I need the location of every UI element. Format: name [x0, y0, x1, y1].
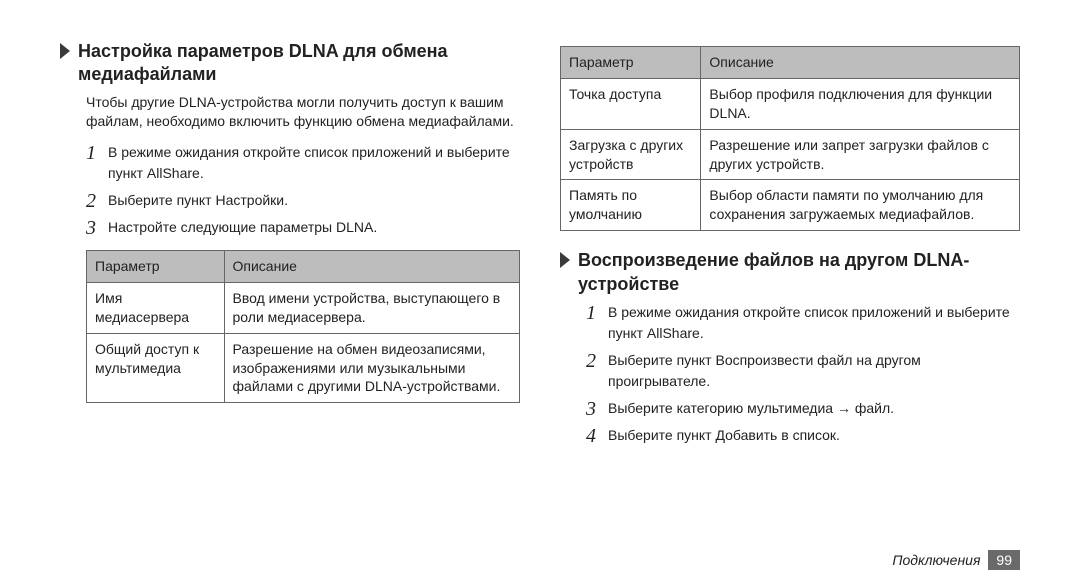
table-cell: Память по умолчанию — [561, 180, 701, 231]
table-cell: Разрешение или запрет загрузки файлов с … — [701, 129, 1020, 180]
heading-text: Настройка параметров DLNA для обмена мед… — [78, 40, 520, 87]
step-item: Настройте следующие параметры DLNA. — [86, 217, 520, 238]
step-item: Выберите пункт Добавить в список. — [586, 425, 1020, 446]
params-table-left: Параметр Описание Имя медиасервера Ввод … — [86, 250, 520, 403]
table-row: Общий доступ к мультимедиа Разрешение на… — [87, 333, 520, 403]
table-cell: Выбор области памяти по умолчанию для со… — [701, 180, 1020, 231]
left-column: Настройка параметров DLNA для обмена мед… — [60, 40, 520, 520]
table-row: Память по умолчанию Выбор области памяти… — [561, 180, 1020, 231]
step-item: Выберите пункт Настройки. — [86, 190, 520, 211]
table-cell: Точка доступа — [561, 78, 701, 129]
page-footer: Подключения 99 — [892, 550, 1020, 570]
heading-dlna-settings: Настройка параметров DLNA для обмена мед… — [60, 40, 520, 87]
table-cell: Загрузка с других устройств — [561, 129, 701, 180]
table-row: Точка доступа Выбор профиля подключения … — [561, 78, 1020, 129]
table-cell: Общий доступ к мультимедиа — [87, 333, 225, 403]
footer-page-number: 99 — [988, 550, 1020, 570]
steps-list-left: В режиме ожидания откройте список прилож… — [86, 142, 520, 244]
table-header: Параметр — [87, 250, 225, 282]
table-cell: Разрешение на обмен видеозаписями, изобр… — [224, 333, 519, 403]
params-table-right: Параметр Описание Точка доступа Выбор пр… — [560, 46, 1020, 231]
table-header: Описание — [224, 250, 519, 282]
steps-list-right: В режиме ожидания откройте список прилож… — [586, 302, 1020, 452]
heading-dlna-play: Воспроизведение файлов на другом DLNA-ус… — [560, 249, 1020, 296]
table-row: Имя медиасервера Ввод имени устройства, … — [87, 282, 520, 333]
table-header: Описание — [701, 47, 1020, 79]
footer-section-label: Подключения — [892, 552, 980, 568]
right-column: Параметр Описание Точка доступа Выбор пр… — [560, 40, 1020, 520]
step-item: В режиме ожидания откройте список прилож… — [86, 142, 520, 184]
heading-text: Воспроизведение файлов на другом DLNA-ус… — [578, 249, 1020, 296]
table-header: Параметр — [561, 47, 701, 79]
step-item: Выберите категорию мультимедиа → файл. — [586, 398, 1020, 419]
step-item: В режиме ожидания откройте список прилож… — [586, 302, 1020, 344]
table-row: Загрузка с других устройств Разрешение и… — [561, 129, 1020, 180]
chevron-right-icon — [560, 252, 572, 268]
step-item: Выберите пункт Воспроизвести файл на дру… — [586, 350, 1020, 392]
intro-paragraph: Чтобы другие DLNA-устройства могли получ… — [86, 93, 520, 132]
table-cell: Выбор профиля подключения для функции DL… — [701, 78, 1020, 129]
table-cell: Имя медиасервера — [87, 282, 225, 333]
chevron-right-icon — [60, 43, 72, 59]
table-cell: Ввод имени устройства, выступающего в ро… — [224, 282, 519, 333]
